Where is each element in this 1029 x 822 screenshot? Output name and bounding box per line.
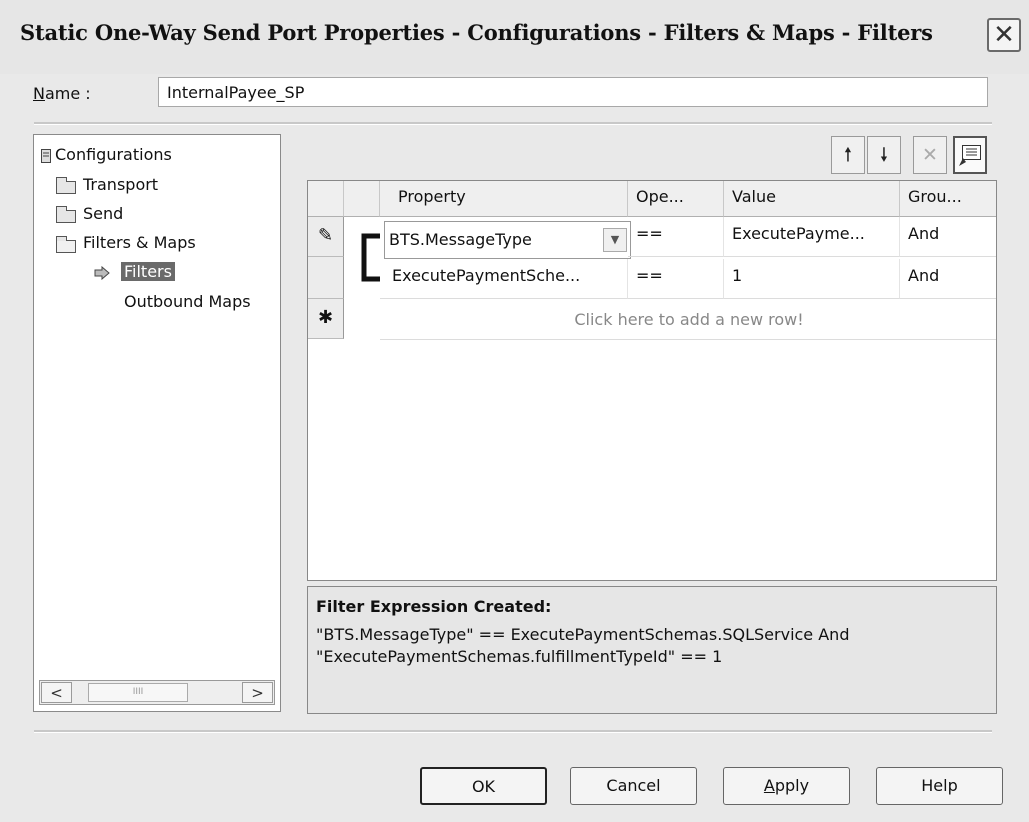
expression-line-1: "BTS.MessageType" == ExecutePaymentSchem…: [316, 625, 850, 644]
scroll-right-button[interactable]: >: [242, 682, 273, 703]
tree-item-transport[interactable]: Transport: [83, 175, 158, 194]
row-selector-editing[interactable]: ✎: [308, 217, 344, 257]
move-down-button[interactable]: 🠗: [867, 136, 901, 174]
configuration-tree[interactable]: Configurations Transport Send Filters & …: [33, 134, 281, 712]
expression-title: Filter Expression Created:: [316, 597, 552, 616]
dropdown-arrow-icon[interactable]: ▼: [603, 228, 627, 252]
row-selector[interactable]: [308, 257, 344, 299]
separator-top: [34, 122, 992, 125]
folder-icon: [56, 206, 76, 223]
apply-button[interactable]: Apply: [723, 767, 850, 805]
tree-item-filters[interactable]: Filters: [121, 262, 175, 281]
property-cell[interactable]: ExecutePaymentSche...: [380, 259, 628, 299]
grid-properties-icon: [959, 145, 981, 166]
operator-cell[interactable]: ==: [628, 259, 724, 299]
tree-item-filters-maps[interactable]: Filters & Maps: [83, 233, 196, 252]
column-header-operator[interactable]: Ope...: [628, 181, 724, 217]
tree-item-configurations[interactable]: Configurations: [55, 145, 172, 164]
filter-grid[interactable]: Property Ope... Value Grou... ✎ BTS.Mess…: [307, 180, 997, 581]
delete-row-button[interactable]: ✕: [913, 136, 947, 174]
column-header-group[interactable]: Grou...: [900, 181, 996, 217]
arrow-down-icon: 🠗: [879, 144, 889, 166]
asterisk-icon: ✱: [317, 307, 334, 328]
config-page-icon: [41, 149, 51, 163]
group-cell[interactable]: And: [900, 259, 996, 299]
folder-open-icon: [56, 236, 76, 253]
column-header-property[interactable]: Property: [380, 181, 628, 217]
name-input[interactable]: [158, 77, 988, 107]
property-select-value[interactable]: BTS.MessageType: [389, 230, 532, 249]
tree-horizontal-scrollbar[interactable]: < IIII >: [39, 680, 275, 705]
arrow-right-icon: [94, 266, 110, 280]
separator-bottom: [34, 730, 992, 733]
close-icon: ✕: [993, 20, 1015, 50]
tree-item-send[interactable]: Send: [83, 204, 123, 223]
move-up-button[interactable]: 🠕: [831, 136, 865, 174]
help-button[interactable]: Help: [876, 767, 1003, 805]
operator-cell[interactable]: ==: [628, 217, 724, 257]
cancel-button[interactable]: Cancel: [570, 767, 697, 805]
pencil-icon: ✎: [317, 225, 334, 246]
group-bracket-icon: [361, 233, 380, 282]
value-cell[interactable]: 1: [724, 259, 900, 299]
ok-button[interactable]: OK: [420, 767, 547, 805]
delete-icon: ✕: [922, 144, 938, 166]
filter-expression-panel: Filter Expression Created: "BTS.MessageT…: [307, 586, 997, 714]
group-cell[interactable]: And: [900, 217, 996, 257]
column-header-value[interactable]: Value: [724, 181, 900, 217]
add-new-row[interactable]: Click here to add a new row!: [380, 301, 996, 340]
arrow-up-icon: 🠕: [843, 144, 853, 166]
window-title: Static One-Way Send Port Properties - Co…: [20, 20, 933, 45]
grid-corner-header: [308, 181, 344, 217]
new-row-selector[interactable]: ✱: [308, 299, 344, 339]
name-label: Name :: [33, 84, 91, 103]
folder-icon: [56, 177, 76, 194]
properties-button[interactable]: [953, 136, 987, 174]
close-button[interactable]: ✕: [987, 18, 1021, 52]
tree-item-outbound-maps[interactable]: Outbound Maps: [124, 292, 251, 311]
title-bar: Static One-Way Send Port Properties - Co…: [0, 0, 1029, 74]
scroll-left-button[interactable]: <: [41, 682, 72, 703]
value-cell[interactable]: ExecutePayme...: [724, 217, 900, 257]
scroll-thumb[interactable]: IIII: [88, 683, 188, 702]
table-row[interactable]: BTS.MessageType ▼: [384, 221, 631, 259]
expression-line-2: "ExecutePaymentSchemas.fulfillmentTypeId…: [316, 647, 723, 666]
grid-group-header: [344, 181, 380, 217]
